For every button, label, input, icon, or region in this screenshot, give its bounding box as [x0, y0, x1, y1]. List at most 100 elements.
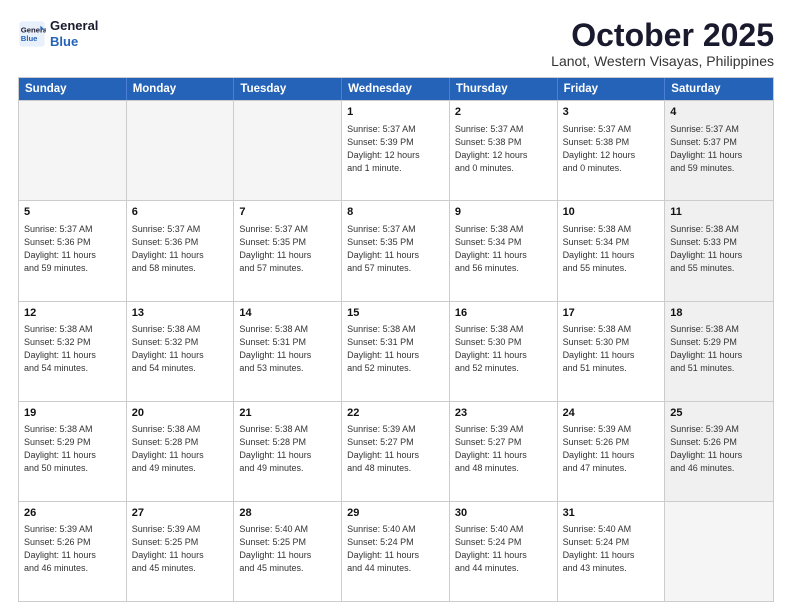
cal-cell-3-1: 12Sunrise: 5:38 AMSunset: 5:32 PMDayligh…: [19, 302, 127, 401]
day-number: 10: [563, 205, 660, 220]
cal-cell-4-1: 19 Sunrise: 5:38 AMSunset: 5:29 PMDayligh…: [19, 402, 127, 501]
cal-cell-5-4: 29 Sunrise: 5:40 AMSunset: 5:24 PMDayligh…: [342, 502, 450, 601]
cal-cell-4-3: 21 Sunrise: 5:38 AMSunset: 5:28 PMDayligh…: [234, 402, 342, 501]
cell-content: Sunrise: 5:38 AMSunset: 5:29 PMDaylight:…: [670, 323, 768, 375]
cell-content: Sunrise: 5:39 AMSunset: 5:26 PMDaylight:…: [24, 523, 121, 575]
header-day-saturday: Saturday: [665, 78, 773, 100]
cal-cell-3-7: 18 Sunrise: 5:38 AMSunset: 5:29 PMDayligh…: [665, 302, 773, 401]
day-number: 17: [563, 306, 660, 321]
cal-cell-5-1: 26 Sunrise: 5:39 AMSunset: 5:26 PMDayligh…: [19, 502, 127, 601]
cal-cell-5-3: 28 Sunrise: 5:40 AMSunset: 5:25 PMDayligh…: [234, 502, 342, 601]
header-day-friday: Friday: [558, 78, 666, 100]
cal-cell-1-3: [234, 101, 342, 200]
cal-cell-2-3: 7Sunrise: 5:37 AMSunset: 5:35 PMDaylight…: [234, 201, 342, 300]
logo-text: General Blue: [50, 18, 98, 49]
day-number: 12: [24, 306, 121, 321]
day-number: 14: [239, 306, 336, 321]
day-number: 29: [347, 506, 444, 521]
header-day-wednesday: Wednesday: [342, 78, 450, 100]
week-row-4: 19 Sunrise: 5:38 AMSunset: 5:29 PMDayligh…: [19, 401, 773, 501]
cell-content: Sunrise: 5:37 AMSunset: 5:35 PMDaylight:…: [239, 223, 336, 275]
cal-cell-2-1: 5 Sunrise: 5:37 AMSunset: 5:36 PMDaylight…: [19, 201, 127, 300]
cell-content: Sunrise: 5:37 AMSunset: 5:36 PMDaylight:…: [132, 223, 229, 275]
cal-cell-4-4: 22 Sunrise: 5:39 AMSunset: 5:27 PMDayligh…: [342, 402, 450, 501]
day-number: 18: [670, 306, 768, 321]
cal-cell-4-5: 23Sunrise: 5:39 AMSunset: 5:27 PMDayligh…: [450, 402, 558, 501]
cal-cell-2-2: 6 Sunrise: 5:37 AMSunset: 5:36 PMDaylight…: [127, 201, 235, 300]
logo-line2: Blue: [50, 34, 98, 50]
cal-cell-3-5: 16 Sunrise: 5:38 AMSunset: 5:30 PMDayligh…: [450, 302, 558, 401]
day-number: 16: [455, 306, 552, 321]
cal-cell-1-4: 1 Sunrise: 5:37 AMSunset: 5:39 PMDaylight…: [342, 101, 450, 200]
calendar-body: 1 Sunrise: 5:37 AMSunset: 5:39 PMDaylight…: [19, 100, 773, 601]
cell-content: Sunrise: 5:40 AMSunset: 5:24 PMDaylight:…: [347, 523, 444, 575]
day-number: 21: [239, 406, 336, 421]
cal-cell-4-2: 20 Sunrise: 5:38 AMSunset: 5:28 PMDayligh…: [127, 402, 235, 501]
cal-cell-3-6: 17Sunrise: 5:38 AMSunset: 5:30 PMDayligh…: [558, 302, 666, 401]
cal-cell-1-6: 3Sunrise: 5:37 AMSunset: 5:38 PMDaylight…: [558, 101, 666, 200]
day-number: 3: [563, 105, 660, 120]
cell-content: Sunrise: 5:37 AMSunset: 5:36 PMDaylight:…: [24, 223, 121, 275]
location-title: Lanot, Western Visayas, Philippines: [551, 53, 774, 69]
cell-content: Sunrise: 5:38 AMSunset: 5:32 PMDaylight:…: [132, 323, 229, 375]
title-block: October 2025 Lanot, Western Visayas, Phi…: [551, 18, 774, 69]
cell-content: Sunrise: 5:37 AMSunset: 5:35 PMDaylight:…: [347, 223, 444, 275]
day-number: 26: [24, 506, 121, 521]
cell-content: Sunrise: 5:37 AMSunset: 5:38 PMDaylight:…: [455, 123, 552, 175]
cell-content: Sunrise: 5:37 AMSunset: 5:37 PMDaylight:…: [670, 123, 768, 175]
cal-cell-4-6: 24 Sunrise: 5:39 AMSunset: 5:26 PMDayligh…: [558, 402, 666, 501]
day-number: 6: [132, 205, 229, 220]
cal-cell-5-5: 30Sunrise: 5:40 AMSunset: 5:24 PMDayligh…: [450, 502, 558, 601]
cell-content: Sunrise: 5:39 AMSunset: 5:27 PMDaylight:…: [455, 423, 552, 475]
cell-content: Sunrise: 5:38 AMSunset: 5:34 PMDaylight:…: [563, 223, 660, 275]
cal-cell-1-2: [127, 101, 235, 200]
cell-content: Sunrise: 5:39 AMSunset: 5:26 PMDaylight:…: [670, 423, 768, 475]
calendar: SundayMondayTuesdayWednesdayThursdayFrid…: [18, 77, 774, 602]
cell-content: Sunrise: 5:38 AMSunset: 5:29 PMDaylight:…: [24, 423, 121, 475]
cell-content: Sunrise: 5:39 AMSunset: 5:27 PMDaylight:…: [347, 423, 444, 475]
cal-cell-5-6: 31 Sunrise: 5:40 AMSunset: 5:24 PMDayligh…: [558, 502, 666, 601]
cell-content: Sunrise: 5:38 AMSunset: 5:28 PMDaylight:…: [132, 423, 229, 475]
day-number: 22: [347, 406, 444, 421]
cell-content: Sunrise: 5:40 AMSunset: 5:25 PMDaylight:…: [239, 523, 336, 575]
day-number: 27: [132, 506, 229, 521]
day-number: 31: [563, 506, 660, 521]
cell-content: Sunrise: 5:40 AMSunset: 5:24 PMDaylight:…: [563, 523, 660, 575]
day-number: 24: [563, 406, 660, 421]
day-number: 11: [670, 205, 768, 220]
cal-cell-1-5: 2 Sunrise: 5:37 AMSunset: 5:38 PMDaylight…: [450, 101, 558, 200]
cal-cell-3-4: 15Sunrise: 5:38 AMSunset: 5:31 PMDayligh…: [342, 302, 450, 401]
day-number: 28: [239, 506, 336, 521]
cell-content: Sunrise: 5:37 AMSunset: 5:39 PMDaylight:…: [347, 123, 444, 175]
week-row-3: 12 Sunrise: 5:38 AMSunset: 5:32 PMDayligh…: [19, 301, 773, 401]
cell-content: Sunrise: 5:39 AMSunset: 5:26 PMDaylight:…: [563, 423, 660, 475]
calendar-page: General Blue General Blue October 2025 L…: [0, 0, 792, 612]
cal-cell-5-7: [665, 502, 773, 601]
cal-cell-3-2: 13 Sunrise: 5:38 AMSunset: 5:32 PMDayligh…: [127, 302, 235, 401]
cal-cell-2-5: 9Sunrise: 5:38 AMSunset: 5:34 PMDaylight…: [450, 201, 558, 300]
svg-text:General: General: [21, 25, 46, 34]
day-number: 8: [347, 205, 444, 220]
cell-content: Sunrise: 5:38 AMSunset: 5:31 PMDaylight:…: [347, 323, 444, 375]
day-number: 20: [132, 406, 229, 421]
week-row-5: 26 Sunrise: 5:39 AMSunset: 5:26 PMDayligh…: [19, 501, 773, 601]
header-day-monday: Monday: [127, 78, 235, 100]
day-number: 1: [347, 105, 444, 120]
day-number: 2: [455, 105, 552, 120]
cell-content: Sunrise: 5:38 AMSunset: 5:33 PMDaylight:…: [670, 223, 768, 275]
day-number: 5: [24, 205, 121, 220]
cal-cell-4-7: 25Sunrise: 5:39 AMSunset: 5:26 PMDayligh…: [665, 402, 773, 501]
calendar-header: SundayMondayTuesdayWednesdayThursdayFrid…: [19, 78, 773, 100]
cal-cell-1-1: [19, 101, 127, 200]
month-title: October 2025: [551, 18, 774, 53]
cell-content: Sunrise: 5:38 AMSunset: 5:28 PMDaylight:…: [239, 423, 336, 475]
day-number: 30: [455, 506, 552, 521]
day-number: 13: [132, 306, 229, 321]
cell-content: Sunrise: 5:38 AMSunset: 5:30 PMDaylight:…: [455, 323, 552, 375]
day-number: 19: [24, 406, 121, 421]
day-number: 9: [455, 205, 552, 220]
cal-cell-2-6: 10 Sunrise: 5:38 AMSunset: 5:34 PMDayligh…: [558, 201, 666, 300]
week-row-2: 5 Sunrise: 5:37 AMSunset: 5:36 PMDaylight…: [19, 200, 773, 300]
logo-icon: General Blue: [18, 20, 46, 48]
cal-cell-1-7: 4Sunrise: 5:37 AMSunset: 5:37 PMDaylight…: [665, 101, 773, 200]
